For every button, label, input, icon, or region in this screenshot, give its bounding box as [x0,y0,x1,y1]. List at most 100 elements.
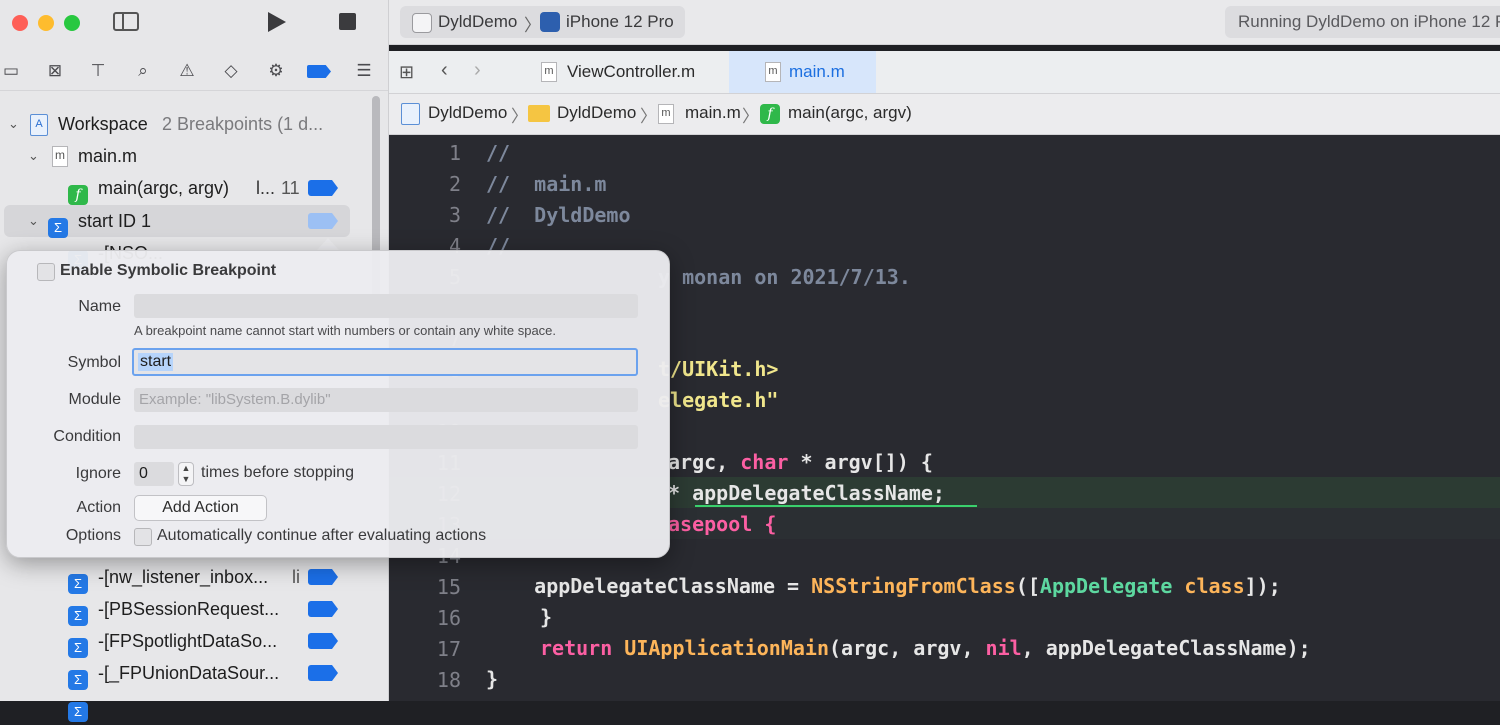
tab-label: main.m [789,62,845,81]
chevron-down-icon[interactable]: ⌄ [28,206,40,236]
code-line-8: t/UIKit.h> [658,357,779,381]
enable-label: Enable Symbolic Breakpoint [60,262,277,279]
chevron-right-icon: 〉 [511,107,528,126]
back-icon[interactable]: ‹ [441,59,448,82]
breakpoint-label: main(argc, argv) [98,178,230,198]
workspace-row[interactable]: ⌄ A Workspace 2 Breakpoints (1 d... [0,109,370,139]
module-field[interactable]: Example: "libSystem.B.dylib" [134,388,638,412]
sigma-icon: Σ [68,695,88,725]
breakpoint-row[interactable]: Σ -[_FPUnionDataSour... [0,658,370,690]
line-number[interactable]: 18 [389,668,461,692]
breakpoint-row-main[interactable]: f main(argc, argv) l... 11 [0,173,370,205]
name-label: Name [78,298,121,315]
chevron-down-icon[interactable]: ⌄ [28,141,40,171]
m-file-icon: m [52,146,68,167]
symbol-icon[interactable]: ⊤ [87,60,109,82]
stop-icon[interactable] [339,13,356,30]
warning-icon[interactable]: ⚠ [176,60,198,82]
chevron-right-icon: 〉 [742,107,759,126]
code-line-11: argc, char * argv[]) { [668,450,933,474]
breakpoint-indicator[interactable] [308,665,338,681]
jump-file[interactable]: main.m [685,103,741,123]
ignore-field[interactable]: 0 [134,462,174,486]
folder-icon[interactable]: ▭ [0,60,22,82]
workspace-detail: 2 Breakpoints (1 d... [162,114,324,134]
sigma-icon: Σ [68,567,88,597]
m-file-icon: m [658,104,674,124]
scheme-selector[interactable]: DyldDemo 〉 iPhone 12 Pro [400,6,685,38]
code-line-15: appDelegateClassName = NSStringFromClass… [486,574,1281,598]
report-icon[interactable]: ☰ [353,60,375,82]
breakpoint-row-partial[interactable]: Σ [0,690,370,722]
chevron-down-icon[interactable]: ⌄ [8,109,20,139]
line-number[interactable]: 16 [389,606,461,630]
code-line-12: * appDelegateClassName; [668,481,945,505]
breakpoint-indicator[interactable] [308,601,338,617]
name-hint: A breakpoint name cannot start with numb… [134,323,557,338]
code-line-1: // [486,141,511,165]
breakpoint-indicator[interactable] [308,633,338,649]
code-line-17: return UIApplicationMain(argc, argv, nil… [540,636,1311,660]
jump-group[interactable]: DyldDemo [557,103,636,123]
m-file-icon: m [765,62,781,82]
project-icon [401,103,420,125]
breakpoint-navigator-icon[interactable] [307,65,331,78]
activity-status: Running DyldDemo on iPhone 12 P [1225,6,1500,38]
line-number[interactable]: 3 [389,203,461,227]
symbol-value: start [138,353,174,371]
sigma-icon: Σ [68,599,88,629]
breakpoint-row[interactable]: Σ -[FPSpotlightDataSo... [0,626,370,658]
breakpoint-row-start[interactable]: ⌄ Σ start ID 1 [0,206,370,238]
breakpoint-row[interactable]: Σ -[nw_listener_inbox... li [0,562,370,594]
app-icon [412,13,432,33]
name-field[interactable] [134,294,638,318]
forward-icon[interactable]: › [474,59,481,82]
line-number[interactable]: 17 [389,637,461,661]
zoom-window-button[interactable] [64,15,80,31]
source-control-icon[interactable]: ⊠ [44,60,66,82]
breakpoint-row[interactable]: Σ -[PBSessionRequest... [0,594,370,626]
scheme-name: DyldDemo [438,12,518,31]
chevron-right-icon: 〉 [640,107,657,126]
jump-symbol[interactable]: main(argc, argv) [788,103,912,123]
breakpoint-indicator-disabled[interactable] [308,213,338,229]
line-number[interactable]: 2 [389,172,461,196]
enable-checkbox[interactable] [37,263,55,281]
breakpoint-location: l... [256,178,276,198]
test-icon[interactable]: ◇ [220,60,242,82]
breakpoint-label: -[FPSpotlightDataSo... [98,631,278,651]
tab-label: ViewController.m [567,62,696,81]
close-window-button[interactable] [12,15,28,31]
grid-icon[interactable]: ⊞ [399,62,414,83]
debug-icon[interactable]: ⚙ [265,60,287,82]
tab-viewcontroller[interactable]: m ViewController.m [507,51,727,93]
add-action-button[interactable]: Add Action [134,495,267,521]
code-line-5: y monan on 2021/7/13. [658,265,911,289]
breakpoint-indicator[interactable] [308,180,338,196]
jump-project[interactable]: DyldDemo [428,103,507,123]
file-row[interactable]: ⌄ m main.m [0,141,370,171]
breakpoint-indicator[interactable] [308,569,338,585]
breakpoint-label: -[nw_listener_inbox... [98,567,269,587]
tab-main[interactable]: m main.m [729,51,876,93]
device-icon [540,12,560,32]
function-icon: f [68,178,88,208]
sidebar-toggle-icon[interactable] [113,12,139,31]
ignore-value: 0 [139,465,148,482]
symbol-field[interactable]: start [132,348,638,376]
module-placeholder: Example: "libSystem.B.dylib" [139,391,331,408]
ignore-label: Ignore [75,465,121,482]
file-label: main.m [78,146,138,166]
run-icon[interactable] [268,12,286,32]
search-icon[interactable]: ⌕ [132,60,154,82]
ignore-stepper[interactable]: ▲ ▼ [178,462,194,486]
line-number[interactable]: 1 [389,141,461,165]
breakpoint-label: -[_FPUnionDataSour... [98,663,280,683]
code-line-3: // DyldDemo [486,203,631,227]
condition-field[interactable] [134,425,638,449]
auto-continue-checkbox[interactable] [134,528,152,546]
breakpoint-location: li [292,567,300,587]
symbol-label: Symbol [67,354,121,371]
minimize-window-button[interactable] [38,15,54,31]
line-number[interactable]: 15 [389,575,461,599]
